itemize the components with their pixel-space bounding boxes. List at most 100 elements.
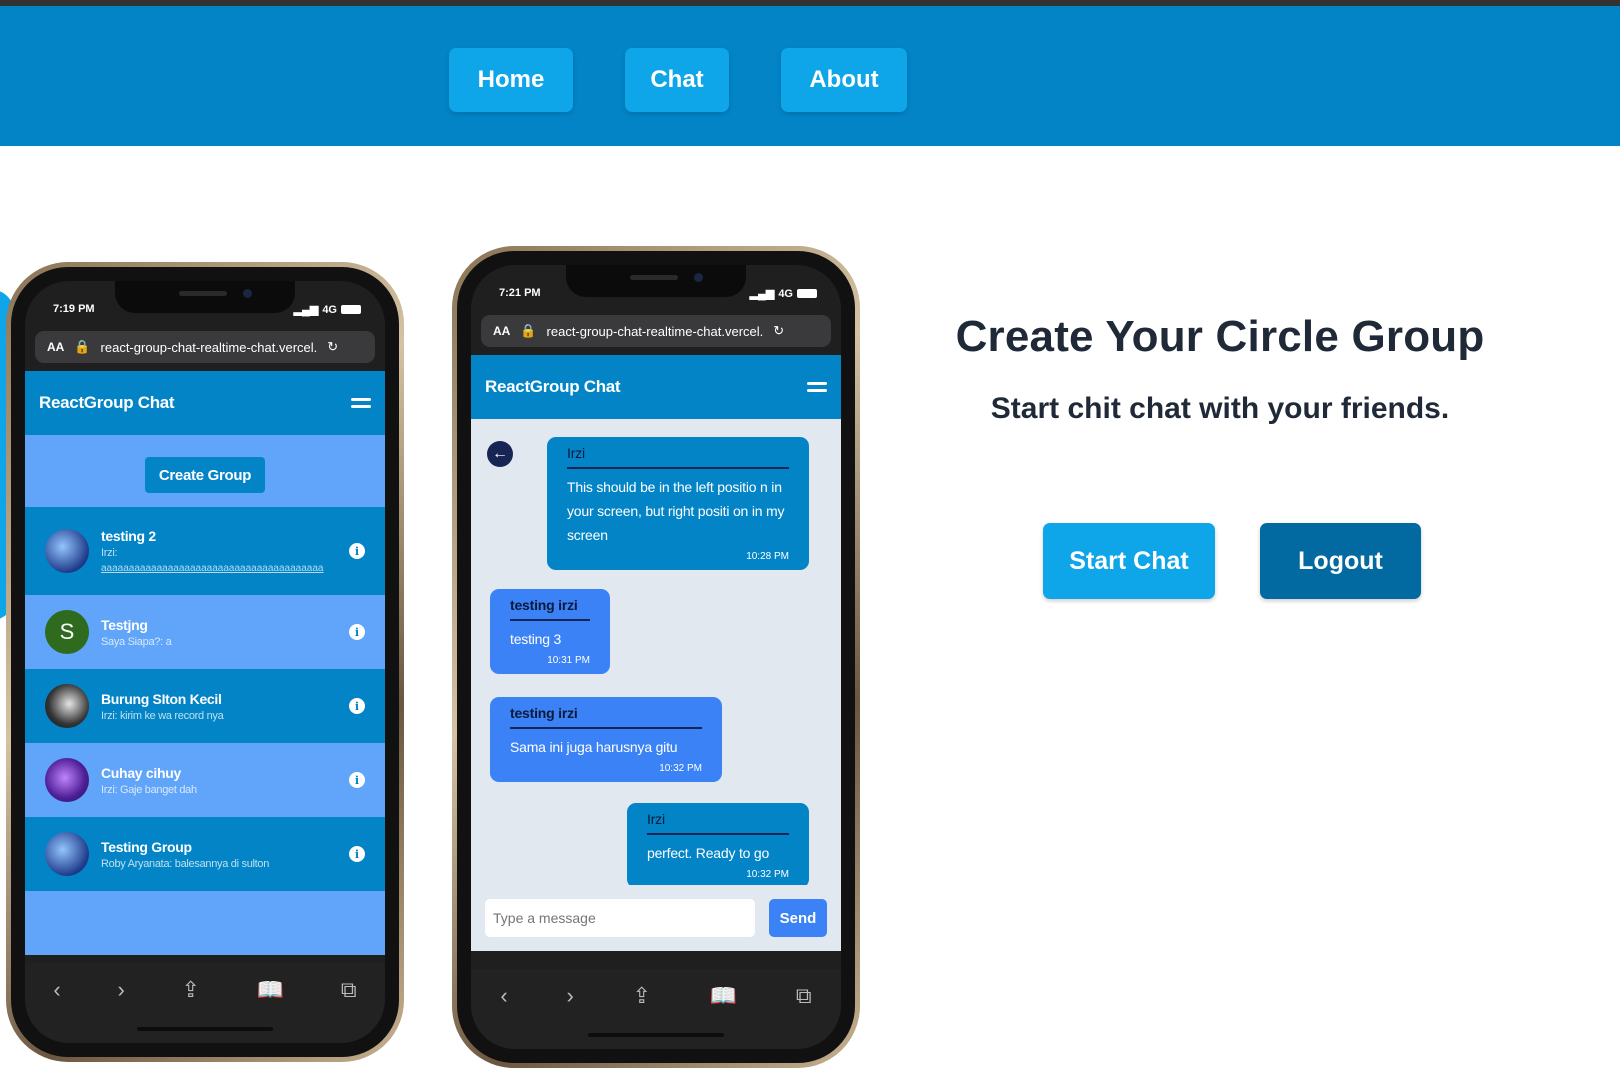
url-bar[interactable]: AA 🔒 react-group-chat-realtime-chat.verc… <box>35 331 375 363</box>
app-title: ReactGroup Chat <box>485 377 621 396</box>
phone-mockup-chat-room: 7:21 PM ▂▄▆ 4G AA 🔒 react-group-chat-real… <box>452 246 860 1068</box>
message-sender: testing irzi <box>510 705 702 729</box>
group-last-message: Roby Aryanata: balesannya di sulton <box>101 857 270 870</box>
group-list-item[interactable]: S Testjng Saya Siapa?: a i <box>25 595 385 669</box>
send-button[interactable]: Send <box>769 899 827 937</box>
phone-screen: 7:19 PM ▂▄▆ 4G AA 🔒 react-group-chat-real… <box>25 281 385 1043</box>
chat-message-own: Irzi This should be in the left positio … <box>547 437 809 570</box>
group-list: Create Group testing 2 Irzi: aaaaaaaaaaa… <box>25 435 385 955</box>
group-last-message-overflow: aaaaaaaaaaaaaaaaaaaaaaaaaaaaaaaaaaaaaaaa <box>101 563 324 574</box>
message-time: 10:32 PM <box>659 763 702 774</box>
bookmarks-icon[interactable]: 📖 <box>257 977 284 1003</box>
group-last-message: Irzi: <box>101 547 118 559</box>
battery-icon <box>797 289 817 298</box>
signal-indicator: ▂▄▆ 4G <box>750 287 817 300</box>
nav-chat-button[interactable]: Chat <box>625 48 729 112</box>
message-sender: Irzi <box>567 445 789 469</box>
browser-toolbar: ‹ › ⇪ 📖 ⧉ <box>471 969 841 1049</box>
info-icon[interactable]: i <box>349 543 365 559</box>
hero-title: Create Your Circle Group <box>955 312 1485 361</box>
group-name: Cuhay cihuy <box>101 764 181 781</box>
browser-toolbar: ‹ › ⇪ 📖 ⧉ <box>25 963 385 1043</box>
chat-message-own: Irzi perfect. Ready to go 10:32 PM <box>627 803 809 885</box>
start-chat-button[interactable]: Start Chat <box>1043 523 1215 599</box>
app-header: ReactGroup Chat <box>471 355 841 419</box>
group-last-message: Irzi: kirim ke wa record nya <box>101 709 224 722</box>
chat-messages: ← Irzi This should be in the left positi… <box>471 419 841 885</box>
message-composer: Send <box>471 885 841 951</box>
bookmarks-icon[interactable]: 📖 <box>710 983 737 1009</box>
signal-indicator: ▂▄▆ 4G <box>294 303 361 316</box>
reload-icon[interactable]: ↻ <box>773 323 784 339</box>
phone-notch <box>566 265 746 297</box>
group-list-item[interactable]: Testing Group Roby Aryanata: balesannya … <box>25 817 385 891</box>
hamburger-menu-icon[interactable] <box>807 382 827 392</box>
message-time: 10:31 PM <box>547 655 590 666</box>
message-text: Sama ini juga harusnya gitu <box>510 739 678 755</box>
top-navbar: Home Chat About <box>0 6 1620 146</box>
text-size-button[interactable]: AA <box>493 324 510 338</box>
lock-icon: 🔒 <box>74 339 91 354</box>
message-sender: testing irzi <box>510 597 590 621</box>
home-indicator <box>588 1033 724 1037</box>
group-list-item[interactable]: Cuhay cihuy Irzi: Gaje banget dah i <box>25 743 385 817</box>
message-input[interactable] <box>485 899 755 937</box>
signal-icon: ▂▄▆ <box>293 304 319 316</box>
status-time: 7:21 PM <box>499 287 541 299</box>
group-last-message: Saya Siapa?: a <box>101 635 172 648</box>
tabs-icon[interactable]: ⧉ <box>341 977 357 1003</box>
message-time: 10:32 PM <box>746 869 789 880</box>
nav-home-button[interactable]: Home <box>449 48 573 112</box>
nav-about-button[interactable]: About <box>781 48 907 112</box>
message-text: perfect. Ready to go <box>647 845 770 861</box>
group-avatar <box>45 684 89 728</box>
lock-icon: 🔒 <box>520 323 537 338</box>
phone-mockup-group-list: 7:19 PM ▂▄▆ 4G AA 🔒 react-group-chat-real… <box>6 262 404 1062</box>
info-icon[interactable]: i <box>349 698 365 714</box>
status-time: 7:19 PM <box>53 303 95 315</box>
chat-message-other: testing irzi testing 3 10:31 PM <box>490 589 610 674</box>
share-icon[interactable]: ⇪ <box>633 983 651 1009</box>
info-icon[interactable]: i <box>349 624 365 640</box>
app-header: ReactGroup Chat <box>25 371 385 435</box>
forward-icon[interactable]: › <box>566 983 573 1009</box>
app-title: ReactGroup Chat <box>39 393 175 412</box>
back-arrow-icon[interactable]: ← <box>487 441 513 467</box>
phone-screen: 7:21 PM ▂▄▆ 4G AA 🔒 react-group-chat-real… <box>471 265 841 1049</box>
chat-message-other: testing irzi Sama ini juga harusnya gitu… <box>490 697 722 782</box>
signal-icon: ▂▄▆ <box>749 288 775 300</box>
group-list-item[interactable]: Burung SIton Kecil Irzi: kirim ke wa rec… <box>25 669 385 743</box>
logout-button[interactable]: Logout <box>1260 523 1421 599</box>
hamburger-menu-icon[interactable] <box>351 398 371 408</box>
home-indicator <box>137 1027 273 1031</box>
url-text: react-group-chat-realtime-chat.vercel. <box>546 323 764 339</box>
info-icon[interactable]: i <box>349 772 365 788</box>
hero-subtitle: Start chit chat with your friends. <box>990 392 1450 425</box>
message-sender: Irzi <box>647 811 789 835</box>
group-avatar <box>45 529 89 573</box>
tabs-icon[interactable]: ⧉ <box>796 983 812 1009</box>
group-avatar <box>45 758 89 802</box>
text-size-button[interactable]: AA <box>47 340 64 354</box>
group-avatar: S <box>45 610 89 654</box>
back-icon[interactable]: ‹ <box>53 977 60 1003</box>
group-last-message: Irzi: Gaje banget dah <box>101 783 197 796</box>
create-group-button[interactable]: Create Group <box>145 457 265 493</box>
message-time: 10:28 PM <box>746 551 789 562</box>
group-name: Testjng <box>101 616 148 633</box>
info-icon[interactable]: i <box>349 846 365 862</box>
group-name: Testing Group <box>101 838 192 855</box>
share-icon[interactable]: ⇪ <box>182 977 200 1003</box>
message-text: This should be in the left positio n in … <box>567 479 785 543</box>
battery-icon <box>341 305 361 314</box>
group-list-item[interactable]: testing 2 Irzi: aaaaaaaaaaaaaaaaaaaaaaaa… <box>25 507 385 595</box>
reload-icon[interactable]: ↻ <box>327 339 338 355</box>
url-bar[interactable]: AA 🔒 react-group-chat-realtime-chat.verc… <box>481 315 831 347</box>
message-text: testing 3 <box>510 631 562 647</box>
url-text: react-group-chat-realtime-chat.vercel. <box>100 339 318 355</box>
group-avatar <box>45 832 89 876</box>
forward-icon[interactable]: › <box>117 977 124 1003</box>
back-icon[interactable]: ‹ <box>500 983 507 1009</box>
group-name: testing 2 <box>101 528 156 544</box>
group-name: Burung SIton Kecil <box>101 690 222 707</box>
